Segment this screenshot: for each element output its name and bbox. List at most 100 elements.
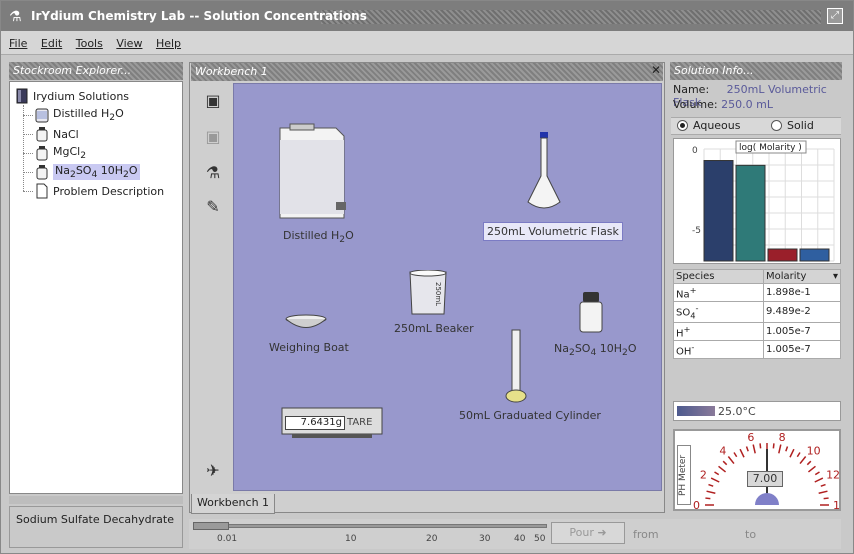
water-jug-icon	[35, 108, 49, 123]
menu-file[interactable]: File	[9, 37, 27, 50]
molarity-column-header[interactable]: Molarity ▾	[763, 269, 841, 284]
gauge-tick	[739, 448, 745, 458]
gauge-tick	[806, 460, 812, 466]
solution-info-title: Solution Info...	[670, 62, 842, 80]
gauge-tick	[823, 497, 829, 500]
tree-item-distilled-water[interactable]: Distilled H2O	[35, 106, 124, 124]
molarity-chart: 0 -5 log( Molarity )	[673, 138, 841, 264]
bar-so4	[735, 164, 766, 262]
beaker-label[interactable]: 250mL Beaker	[394, 322, 474, 335]
volumetric-flask-image[interactable]	[524, 132, 564, 212]
table-row[interactable]: SO4- 9.489e-2	[673, 301, 841, 323]
molarity-cell: 9.489e-2	[763, 301, 841, 323]
maximize-button[interactable]: ⤢	[827, 8, 843, 24]
volumetric-flask-label[interactable]: 250mL Volumetric Flask	[483, 222, 623, 241]
chart-title: log( Molarity )	[739, 143, 802, 153]
bar-oh	[799, 248, 830, 262]
tree-line	[23, 115, 33, 116]
tree-item-nacl[interactable]: NaCl	[35, 125, 79, 143]
menu-tools[interactable]: Tools	[76, 37, 103, 50]
gauge-scale-label: 8	[779, 431, 786, 444]
remove-icon[interactable]: ✎	[201, 195, 225, 219]
slider-thumb[interactable]	[193, 522, 229, 530]
tree-line	[23, 191, 33, 192]
gauge-tick	[733, 452, 738, 458]
tree-line	[23, 172, 33, 173]
close-icon[interactable]: ✕	[649, 63, 663, 77]
gauge-tick	[789, 448, 795, 458]
gauge-tick	[745, 446, 749, 452]
tab-workbench-1[interactable]: Workbench 1	[191, 494, 275, 514]
graduated-cylinder-image[interactable]	[504, 328, 528, 404]
tree-root-solutions[interactable]: Irydium Solutions	[15, 87, 129, 105]
species-cell: Na+	[673, 282, 764, 303]
slider-tick-label: 10	[345, 534, 357, 544]
reagent-bottle-label[interactable]: Na2SO4 10H2O	[554, 342, 637, 358]
balance-readout: 7.6431g	[285, 416, 345, 430]
gauge-tick	[705, 497, 711, 500]
species-column-header[interactable]: Species	[673, 269, 764, 284]
water-jug-image[interactable]	[274, 120, 350, 222]
pour-volume-slider[interactable]	[193, 524, 547, 528]
bar-na	[703, 160, 734, 262]
tree-item-label: NaCl	[53, 127, 79, 141]
pour-from-label: from	[633, 528, 659, 541]
ph-gauge: 0 24 6 8 10 12 14	[693, 431, 839, 509]
table-row[interactable]: Na+ 1.898e-1	[673, 282, 841, 303]
tree-item-sodium-sulfate[interactable]: Na2SO4 10H2O	[35, 163, 140, 181]
beaker-image[interactable]: 250mL	[406, 270, 450, 316]
explorer-title: Stockroom Explorer...	[9, 62, 183, 80]
bar-h	[767, 248, 798, 262]
molarity-cell: 1.898e-1	[763, 282, 841, 303]
gauge-tick	[708, 483, 714, 487]
tree-line	[23, 134, 33, 135]
gauge-tick	[752, 444, 756, 454]
tare-button[interactable]: TARE	[347, 417, 372, 428]
solid-radio[interactable]	[771, 120, 782, 131]
copy-to-workbench-icon[interactable]: ▣	[201, 89, 225, 113]
menu-edit[interactable]: Edit	[41, 37, 62, 50]
item-description: Sodium Sulfate Decahydrate	[9, 506, 183, 548]
splitter[interactable]	[9, 496, 183, 504]
ph-meter: 0 24 6 8 10 12 14	[673, 429, 841, 511]
gauge-scale-label: 14	[833, 499, 839, 509]
duplicate-icon[interactable]: ▣	[201, 125, 225, 149]
tree-item-mgcl2[interactable]: MgCl2	[35, 144, 86, 162]
slider-tick-label: 20	[426, 534, 438, 544]
table-row[interactable]: OH- 1.005e-7	[673, 339, 841, 360]
slider-tick-label: 40	[514, 534, 526, 544]
molarity-chart-svg: 0 -5 log( Molarity )	[692, 140, 835, 262]
menu-bar: File Edit Tools View Help	[1, 31, 853, 55]
gauge-tick	[718, 465, 727, 473]
weighing-boat-image[interactable]	[284, 314, 328, 332]
pour-button[interactable]: Pour ➜	[551, 522, 625, 544]
reagent-bottle-image[interactable]	[578, 290, 604, 334]
dropper-icon[interactable]: ✈	[201, 459, 225, 483]
gauge-hub	[755, 493, 779, 505]
menu-help[interactable]: Help	[156, 37, 181, 50]
aqueous-radio[interactable]	[677, 120, 688, 131]
species-cell: OH-	[673, 339, 764, 360]
gauge-tick	[772, 443, 775, 449]
gauge-tick	[710, 477, 720, 483]
document-icon	[36, 183, 48, 199]
slider-tick-label: 50	[534, 534, 546, 544]
tree-root-label: Irydium Solutions	[33, 89, 130, 103]
gauge-tick	[814, 471, 820, 476]
gauge-tick	[706, 490, 716, 494]
tree-item-problem-description[interactable]: Problem Description	[35, 182, 164, 200]
bottle-icon	[36, 127, 48, 142]
beakers-icon[interactable]: ⚗	[201, 161, 225, 185]
title-bar-texture	[321, 10, 821, 24]
molarity-cell: 1.005e-7	[763, 321, 841, 341]
graduated-cylinder-label[interactable]: 50mL Graduated Cylinder	[459, 409, 601, 422]
gauge-tick	[714, 471, 720, 476]
workbench-title: Workbench 1	[191, 63, 663, 81]
gauge-tick	[796, 452, 801, 458]
distilled-water-label[interactable]: Distilled H2O	[283, 229, 354, 245]
gauge-scale-label: 12	[826, 469, 839, 482]
table-row[interactable]: H+ 1.005e-7	[673, 321, 841, 341]
menu-view[interactable]: View	[116, 37, 142, 50]
dropdown-arrow-icon: ▾	[832, 271, 838, 282]
weighing-boat-label[interactable]: Weighing Boat	[269, 341, 349, 354]
